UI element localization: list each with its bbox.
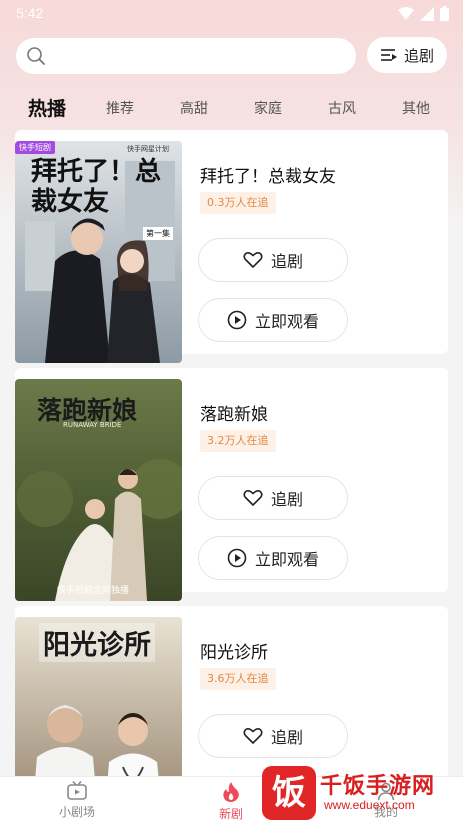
drama-card[interactable]: 快手短剧 快手网星计划 拜托了！总裁女友 第一集 拜托了！总裁女友 0.3万人在…: [15, 130, 448, 363]
heart-icon: [243, 252, 263, 268]
watermark: 饭 千饭手游网 www.eduext.com: [262, 764, 462, 820]
play-circle-icon: [227, 548, 247, 568]
follow-button[interactable]: 追剧: [198, 476, 348, 520]
search-icon: [27, 47, 45, 65]
watch-now-button[interactable]: 立即观看: [198, 536, 348, 580]
follow-button-label: 追剧: [270, 490, 303, 509]
drama-poster[interactable]: 快手短剧 快手网星计划 拜托了！总裁女友 第一集: [15, 141, 182, 363]
flame-icon: [223, 782, 239, 802]
drama-title[interactable]: 阳光诊所: [200, 638, 268, 663]
drama-card[interactable]: 落跑新娘 RUNAWAY BRIDE 快手短剧全网独播 落跑新娘 3.2万人在追…: [15, 368, 448, 601]
status-icons: [398, 6, 449, 21]
drama-poster[interactable]: 落跑新娘 RUNAWAY BRIDE 快手短剧全网独播: [15, 379, 182, 601]
wifi-icon: [398, 6, 414, 20]
tabbar-label: 小剧场: [58, 805, 95, 819]
drama-title[interactable]: 落跑新娘: [200, 400, 268, 425]
poster-subtitle: RUNAWAY BRIDE: [63, 421, 122, 429]
followers-badge: 0.3万人在追: [200, 192, 276, 214]
list-icon: [380, 49, 397, 61]
tabbar-item-theater[interactable]: 小剧场: [37, 781, 117, 820]
followers-badge: 3.6万人在追: [200, 668, 276, 690]
tabbar-item-new[interactable]: 新剧: [191, 781, 271, 822]
poster-episode: 第一集: [143, 227, 173, 240]
follow-button[interactable]: 追剧: [198, 238, 348, 282]
watch-now-button[interactable]: 立即观看: [198, 298, 348, 342]
watch-now-label: 立即观看: [254, 312, 319, 331]
search-bar[interactable]: [16, 38, 356, 74]
poster-tag: 快手短剧: [15, 141, 55, 154]
follow-button-label: 追剧: [270, 728, 303, 747]
poster-title: 阳光诊所: [39, 623, 155, 662]
follow-button-label: 追剧: [270, 252, 303, 271]
status-bar: 5:42: [0, 0, 463, 28]
tab-other[interactable]: 其他: [402, 98, 430, 118]
tabbar-label: 新剧: [218, 807, 243, 821]
my-follows-button[interactable]: 追剧: [367, 37, 447, 73]
tab-ancient[interactable]: 古风: [328, 98, 356, 118]
follow-button[interactable]: 追剧: [198, 714, 348, 758]
tab-hot[interactable]: 热播: [28, 94, 66, 121]
category-tabs: 热播 推荐 高甜 家庭 古风 其他: [0, 92, 463, 124]
heart-icon: [243, 490, 263, 506]
poster-credit: 快手网星计划: [127, 145, 169, 153]
tab-sweet[interactable]: 高甜: [180, 98, 208, 118]
poster-bottom-text: 快手短剧全网独播: [57, 586, 130, 596]
tv-icon: [67, 781, 87, 800]
followers-badge: 3.2万人在追: [200, 430, 276, 452]
play-circle-icon: [227, 310, 247, 330]
poster-title: 拜托了！总裁女友: [31, 157, 162, 217]
drama-title[interactable]: 拜托了！总裁女友: [200, 162, 336, 187]
status-time: 5:42: [16, 5, 44, 21]
tab-recommend[interactable]: 推荐: [106, 98, 134, 118]
heart-icon: [243, 728, 263, 744]
watch-now-label: 立即观看: [254, 550, 319, 569]
my-follows-label: 追剧: [403, 46, 434, 65]
watermark-title: 千饭手游网: [320, 774, 436, 799]
battery-icon: [440, 6, 449, 21]
watermark-url: www.eduext.com: [324, 798, 415, 812]
watermark-logo: 饭: [262, 766, 316, 820]
signal-icon: [420, 6, 434, 21]
search-input[interactable]: [56, 44, 346, 68]
tab-family[interactable]: 家庭: [254, 98, 282, 118]
